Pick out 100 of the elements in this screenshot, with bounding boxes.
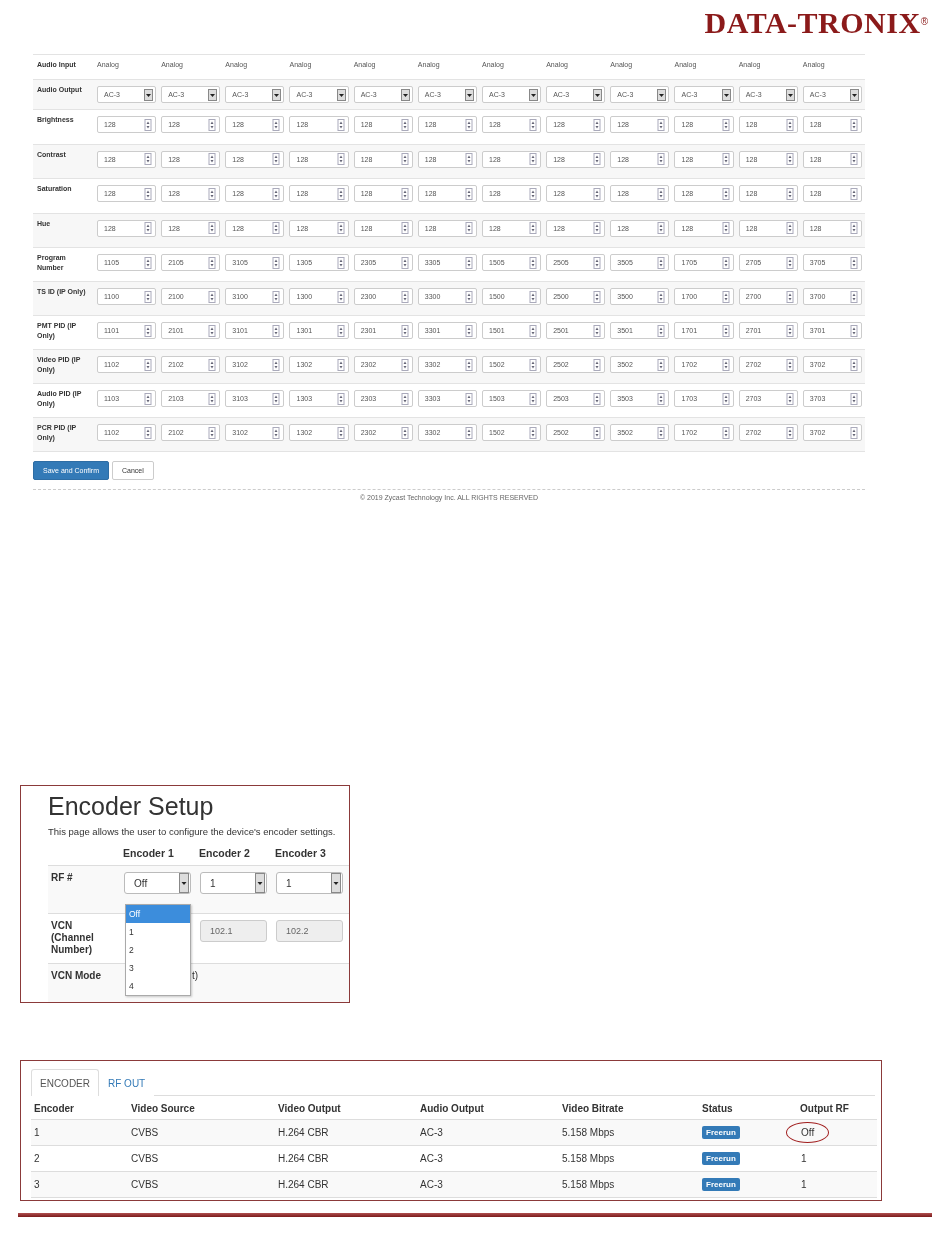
spinner-icon <box>465 118 474 131</box>
spinner-icon <box>144 324 154 337</box>
table-cell: AC-3 <box>417 1172 559 1198</box>
spinner-icon <box>400 222 410 234</box>
row-label: VCN Mode <box>48 963 121 1002</box>
table-cell: H.264 CBR <box>275 1120 417 1146</box>
spinner-icon <box>336 118 346 131</box>
spinner-icon <box>721 290 731 303</box>
tab[interactable]: ENCODER <box>31 1069 99 1096</box>
spinner-icon <box>850 290 859 303</box>
disabled-field: 102.2 <box>276 920 343 942</box>
registered-mark: ® <box>920 16 928 27</box>
dropdown-option[interactable]: 2 <box>126 941 190 959</box>
spinner-icon <box>144 392 154 405</box>
spinner-icon <box>785 324 795 337</box>
spinner-icon <box>529 153 539 165</box>
spinner-icon <box>336 256 346 269</box>
spinner-icon <box>657 290 667 303</box>
spinner-icon <box>400 426 410 439</box>
spinner-icon <box>529 324 539 337</box>
spinner-icon <box>465 290 474 303</box>
spinner-icon <box>208 222 218 234</box>
spinner-icon <box>785 426 795 439</box>
spinner-icon <box>336 358 346 371</box>
spinner-icon <box>400 290 410 303</box>
table-cell: CVBS <box>128 1120 275 1146</box>
spinner-icon <box>144 222 154 234</box>
spinner-icon <box>272 256 282 269</box>
select-field[interactable]: Off <box>124 872 191 894</box>
table-cell: CVBS <box>128 1172 275 1198</box>
spinner-icon <box>593 187 603 200</box>
table-cell: H.264 CBR <box>275 1172 417 1198</box>
spinner-icon <box>593 290 603 303</box>
spinner-icon <box>465 222 474 234</box>
spinner-icon <box>400 392 410 405</box>
spinner-icon <box>785 222 795 234</box>
spinner-icon <box>400 153 410 165</box>
status-badge: Freerun <box>702 1152 740 1165</box>
spinner-icon <box>208 324 218 337</box>
spinner-icon <box>208 153 218 165</box>
spinner-icon <box>529 392 539 405</box>
spinner-icon <box>785 118 795 131</box>
dropdown-option[interactable]: 1 <box>126 923 190 941</box>
row-label: RF # <box>48 865 121 913</box>
spinner-icon <box>144 118 154 131</box>
spinner-icon <box>529 426 539 439</box>
company-logo: DATA-TRONIX <box>704 6 921 41</box>
spinner-icon <box>721 187 731 200</box>
spinner-icon <box>657 392 667 405</box>
spinner-icon <box>400 324 410 337</box>
select-field[interactable]: 1 <box>276 872 343 894</box>
spinner-icon <box>850 392 859 405</box>
spinner-icon <box>529 187 539 200</box>
spinner-icon <box>529 222 539 234</box>
spinner-icon <box>400 358 410 371</box>
spinner-icon <box>336 187 346 200</box>
spinner-icon <box>593 392 603 405</box>
spinner-icon <box>144 358 154 371</box>
spinner-icon <box>657 358 667 371</box>
spinner-icon <box>144 256 154 269</box>
spinner-icon <box>208 426 218 439</box>
table-cell: 1 <box>31 1120 128 1146</box>
table-cell: 3 <box>31 1172 128 1198</box>
spinner-icon <box>721 118 731 131</box>
select-field[interactable]: 1 <box>200 872 267 894</box>
spinner-icon <box>336 222 346 234</box>
spinner-icon <box>272 324 282 337</box>
spinner-icon <box>208 187 218 200</box>
spinner-icon <box>593 222 603 234</box>
spinner-icon <box>785 256 795 269</box>
spinner-icon <box>593 153 603 165</box>
table-cell: 5.158 Mbps <box>559 1172 699 1198</box>
column-header: Encoder 2 <box>198 846 251 861</box>
page-title: Encoder Setup <box>48 791 215 822</box>
spinner-icon <box>144 426 154 439</box>
spinner-icon <box>721 222 731 234</box>
spinner-icon <box>144 187 154 200</box>
status-badge: Freerun <box>702 1126 740 1139</box>
spinner-icon <box>721 256 731 269</box>
spinner-icon <box>785 392 795 405</box>
spinner-icon <box>336 324 346 337</box>
table-cell-text: 1 <box>800 1178 808 1192</box>
spinner-icon <box>208 290 218 303</box>
spinner-icon <box>593 426 603 439</box>
dropdown-option[interactable]: 3 <box>126 959 190 977</box>
column-header: Encoder 1 <box>122 846 175 861</box>
spinner-icon <box>850 222 859 234</box>
dropdown-option[interactable]: 4 <box>126 977 190 995</box>
spinner-icon <box>272 426 282 439</box>
spinner-icon <box>657 426 667 439</box>
spinner-icon <box>400 187 410 200</box>
spinner-icon <box>785 358 795 371</box>
spinner-icon <box>850 187 859 200</box>
table-cell-text: 1 <box>800 1152 808 1166</box>
spinner-icon <box>850 426 859 439</box>
spinner-icon <box>208 256 218 269</box>
spinner-icon <box>400 118 410 131</box>
spinner-icon <box>272 358 282 371</box>
spinner-icon <box>400 256 410 269</box>
spinner-icon <box>529 358 539 371</box>
